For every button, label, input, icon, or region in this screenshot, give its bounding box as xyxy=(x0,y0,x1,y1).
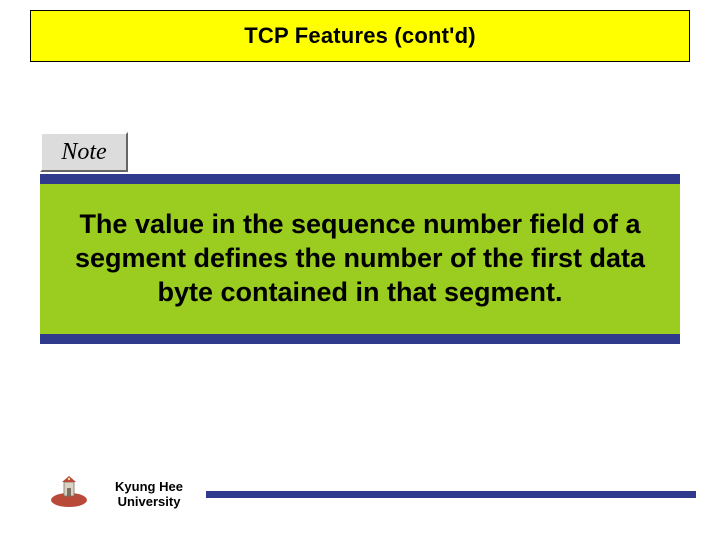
content-text: The value in the sequence number field o… xyxy=(50,208,670,309)
note-label-box: Note xyxy=(40,132,128,172)
accent-bar-bottom xyxy=(40,334,680,344)
accent-bar-top xyxy=(40,174,680,184)
content-box: The value in the sequence number field o… xyxy=(40,184,680,334)
university-logo-icon xyxy=(48,474,90,508)
footer-line1: Kyung Hee xyxy=(115,479,183,494)
note-label-text: Note xyxy=(61,139,106,166)
slide-title: TCP Features (cont'd) xyxy=(244,23,476,49)
title-banner: TCP Features (cont'd) xyxy=(30,10,690,62)
footer-institution: Kyung Hee University xyxy=(104,479,194,510)
footer-line2: University xyxy=(118,494,181,509)
footer-accent-bar xyxy=(206,491,696,498)
